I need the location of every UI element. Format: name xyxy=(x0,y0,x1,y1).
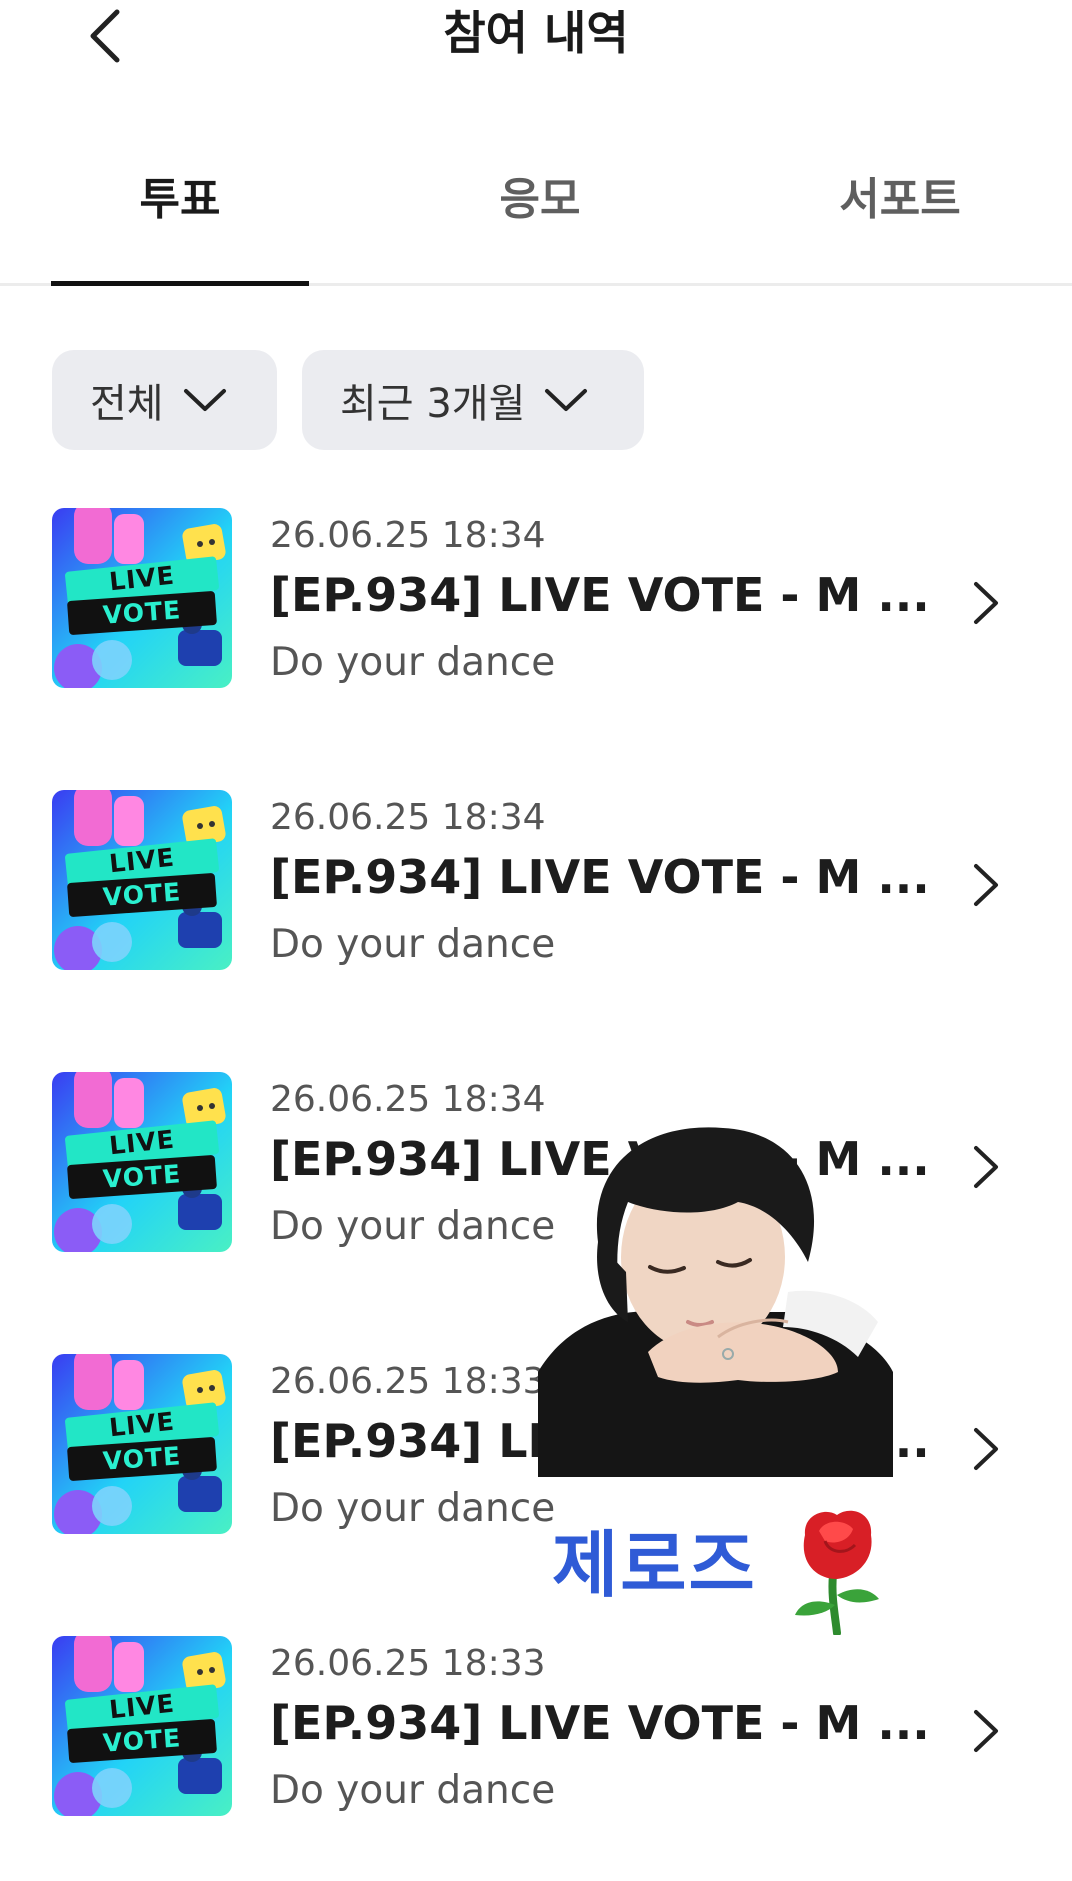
chevron-down-icon xyxy=(182,385,228,415)
item-subtitle: Do your dance xyxy=(270,922,556,967)
item-subtitle: Do your dance xyxy=(270,640,556,685)
tab-vote[interactable]: 투표 xyxy=(50,170,310,230)
item-title: [EP.934] LIVE VOTE - M ... xyxy=(270,850,930,904)
period-filter-label: 최근 3개월 xyxy=(340,381,526,427)
item-date: 26.06.25 18:33 xyxy=(270,1361,546,1402)
live-vote-thumbnail: LIVE VOTE xyxy=(52,790,232,970)
live-vote-thumbnail: LIVE VOTE xyxy=(52,508,232,688)
chevron-right-icon xyxy=(974,1710,998,1752)
vote-history-item[interactable]: LIVE VOTE 26.06.25 18:34 [EP.934] LIVE V… xyxy=(0,508,1072,708)
item-title: [EP.934] LIVE VOTE - M ... xyxy=(270,568,930,622)
item-date: 26.06.25 18:34 xyxy=(270,797,546,838)
chevron-right-icon xyxy=(974,582,998,624)
vote-history-item[interactable]: LIVE VOTE 26.06.25 18:34 [EP.934] LIVE V… xyxy=(0,1072,1072,1272)
vote-history-item[interactable]: LIVE VOTE 26.06.25 18:34 [EP.934] LIVE V… xyxy=(0,790,1072,990)
chevron-right-icon xyxy=(974,864,998,906)
chevron-right-icon xyxy=(974,1146,998,1188)
tab-bar: 투표 응모 서포트 xyxy=(0,150,1072,286)
item-date: 26.06.25 18:34 xyxy=(270,515,546,556)
item-subtitle: Do your dance xyxy=(270,1204,556,1249)
page-title: 참여 내역 xyxy=(443,6,629,60)
sticker-caption: 제로즈 xyxy=(550,1521,758,1610)
category-filter-label: 전체 xyxy=(90,381,164,427)
sticker-photo xyxy=(538,1122,893,1477)
category-filter-dropdown[interactable]: 전체 xyxy=(52,350,277,450)
live-vote-thumbnail: LIVE VOTE xyxy=(52,1636,232,1816)
period-filter-dropdown[interactable]: 최근 3개월 xyxy=(302,350,644,450)
vote-history-item[interactable]: LIVE VOTE 26.06.25 18:33 [EP.934] LIVE V… xyxy=(0,1636,1072,1836)
tab-support[interactable]: 서포트 xyxy=(770,170,1030,230)
rose-icon xyxy=(795,1510,879,1635)
item-date: 26.06.25 18:34 xyxy=(270,1079,546,1120)
header: 참여 내역 xyxy=(0,0,1072,80)
item-subtitle: Do your dance xyxy=(270,1486,556,1531)
chevron-down-icon xyxy=(543,385,589,415)
item-date: 26.06.25 18:33 xyxy=(270,1643,546,1684)
item-title: [EP.934] LIVE VOTE - M ... xyxy=(270,1696,930,1750)
live-vote-thumbnail: LIVE VOTE xyxy=(52,1354,232,1534)
live-vote-thumbnail: LIVE VOTE xyxy=(52,1072,232,1252)
tab-entry[interactable]: 응모 xyxy=(410,170,670,230)
item-subtitle: Do your dance xyxy=(270,1768,556,1813)
chevron-right-icon xyxy=(974,1428,998,1470)
vote-history-item[interactable]: LIVE VOTE 26.06.25 18:33 [EP.934] LIVE V… xyxy=(0,1354,1072,1554)
tab-active-indicator xyxy=(51,281,309,286)
